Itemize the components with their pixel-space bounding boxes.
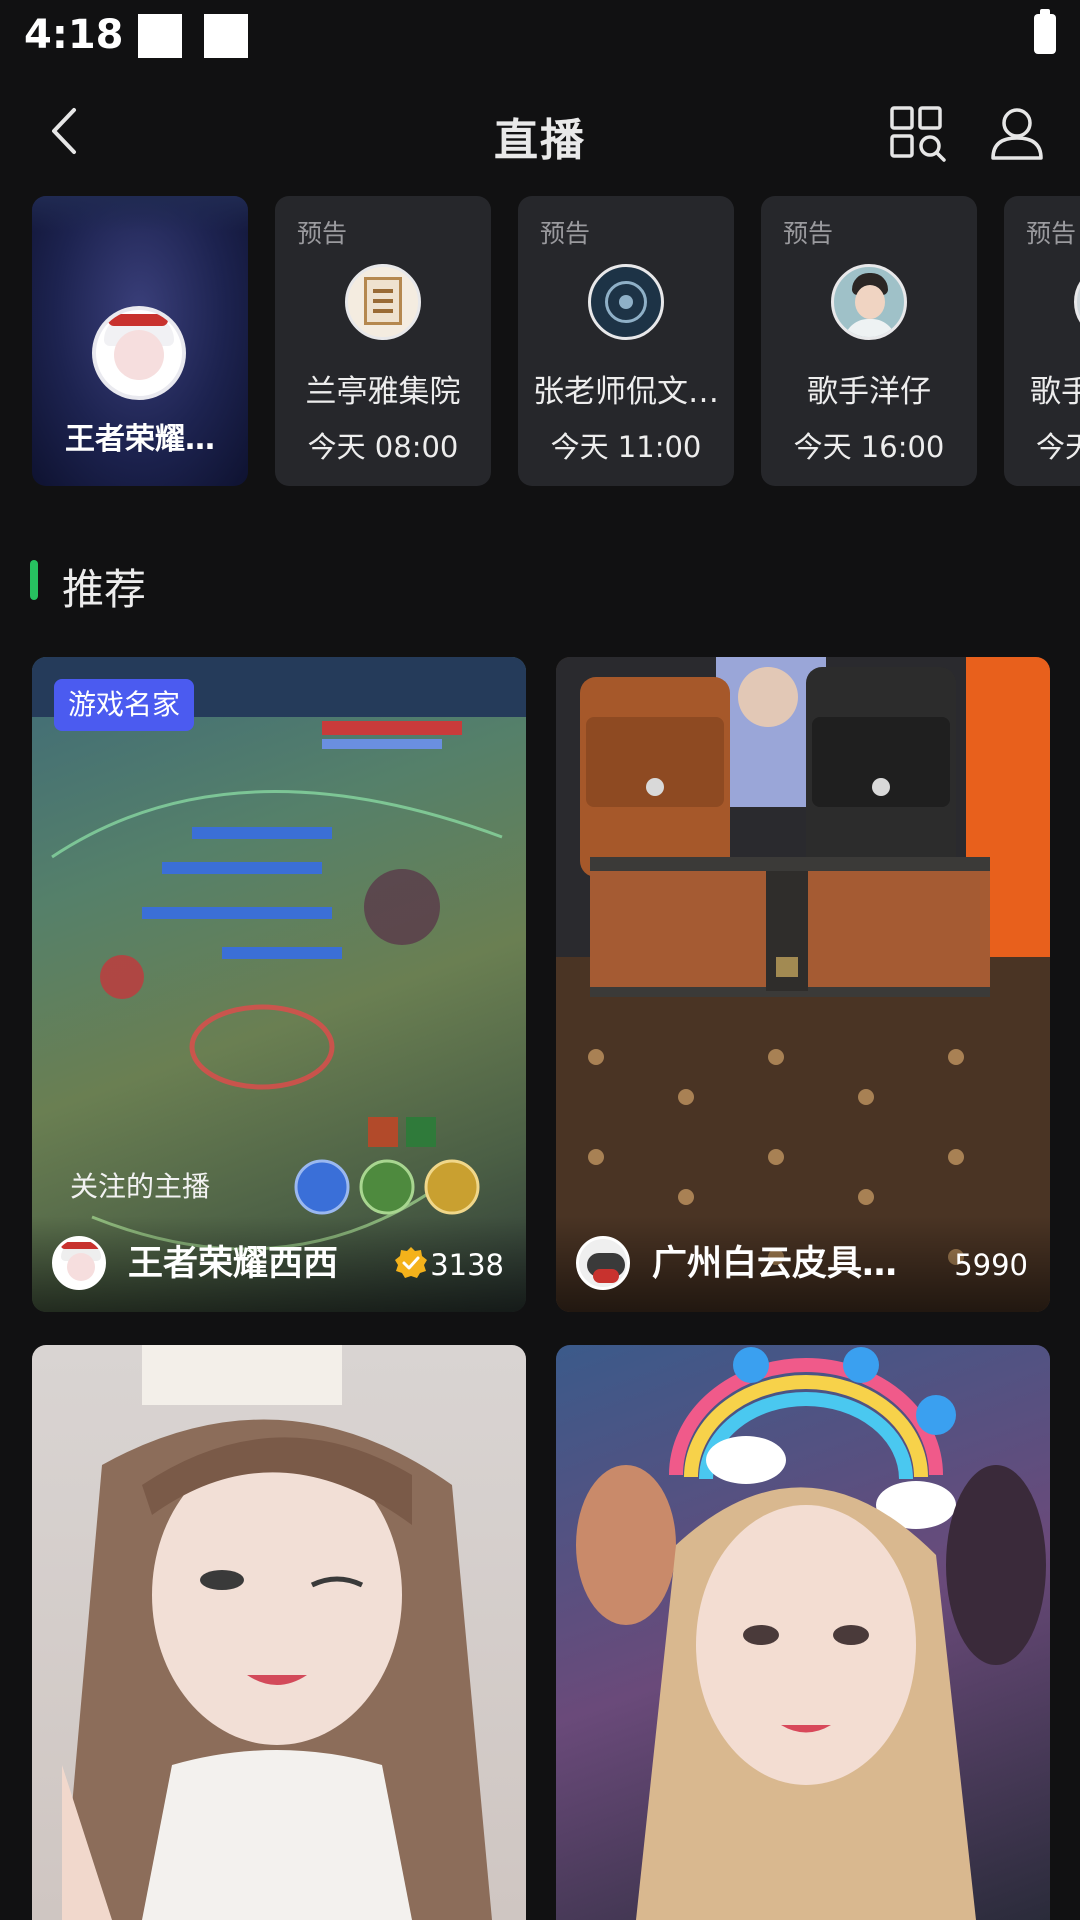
preview-time: 今天 08:00 <box>307 430 459 464</box>
preview-tag: 预告 <box>1026 219 1077 248</box>
category-badge: 游戏名家 <box>54 679 195 731</box>
preview-name: 兰亭雅集院 <box>305 374 461 410</box>
preview-tag: 预告 <box>297 219 348 248</box>
portrait-scene <box>576 1347 1046 1920</box>
battery-icon <box>1034 9 1056 54</box>
preview-card[interactable]: 预告 张老师侃文… 今天 11:00 <box>518 196 734 486</box>
preview-name: 歌手洋仔 <box>807 374 931 410</box>
game-scene <box>32 657 526 1251</box>
header: 直播 <box>0 86 1080 176</box>
stream-card[interactable] <box>556 1345 1050 1920</box>
user-icon <box>991 108 1043 160</box>
anchor-name: 广州白云皮具… <box>652 1244 898 1284</box>
preview-card[interactable]: 预告 歌手洋仔 今天 16:00 <box>761 196 977 486</box>
status-bar: 4:18 <box>0 0 1080 76</box>
avatar <box>831 264 907 340</box>
avatar <box>92 306 186 400</box>
notification-icon <box>204 14 248 58</box>
avatar <box>1074 264 1080 340</box>
stream-card[interactable]: 游戏名家 关注的主播 王者荣耀西西 3138 <box>32 657 526 1312</box>
section-accent-bar <box>30 560 38 600</box>
preview-name: 歌手 <box>1030 374 1080 410</box>
verified-badge-icon <box>395 1247 427 1278</box>
portrait-scene <box>62 1345 492 1920</box>
qr-search-icon <box>890 106 946 162</box>
upcoming-strip[interactable]: 王者荣耀… 预告 兰亭雅集院 今天 08:00 预告 张老师侃文… 今天 11:… <box>0 196 1080 486</box>
preview-time: 今天 <box>1036 430 1080 464</box>
status-time: 4:18 <box>24 12 124 58</box>
preview-tag: 预告 <box>783 219 834 248</box>
live-card[interactable]: 王者荣耀… <box>32 196 248 486</box>
avatar <box>576 1236 630 1290</box>
live-card-hud <box>32 196 248 232</box>
followed-anchor-label: 关注的主播 <box>70 1170 211 1203</box>
product-scene <box>556 657 1050 1312</box>
profile-button[interactable] <box>988 104 1046 162</box>
preview-time: 今天 16:00 <box>793 430 945 464</box>
notification-icon <box>138 14 182 58</box>
viewer-count: 3138 <box>430 1248 504 1282</box>
preview-card[interactable]: 预告 歌手 今天 <box>1004 196 1080 486</box>
avatar <box>345 264 421 340</box>
preview-time: 今天 11:00 <box>550 430 702 464</box>
avatar <box>52 1236 106 1290</box>
stream-card[interactable] <box>32 1345 526 1920</box>
scan-search-button[interactable] <box>888 104 948 164</box>
stream-card[interactable]: 广州白云皮具… 5990 <box>556 657 1050 1312</box>
avatar <box>588 264 664 340</box>
preview-name: 张老师侃文… <box>533 374 719 410</box>
section-title: 推荐 <box>62 565 147 614</box>
live-card-name: 王者荣耀… <box>65 422 215 457</box>
viewer-count: 5990 <box>954 1248 1028 1282</box>
preview-card[interactable]: 预告 兰亭雅集院 今天 08:00 <box>275 196 491 486</box>
anchor-name: 王者荣耀西西 <box>128 1244 339 1284</box>
preview-tag: 预告 <box>540 219 591 248</box>
